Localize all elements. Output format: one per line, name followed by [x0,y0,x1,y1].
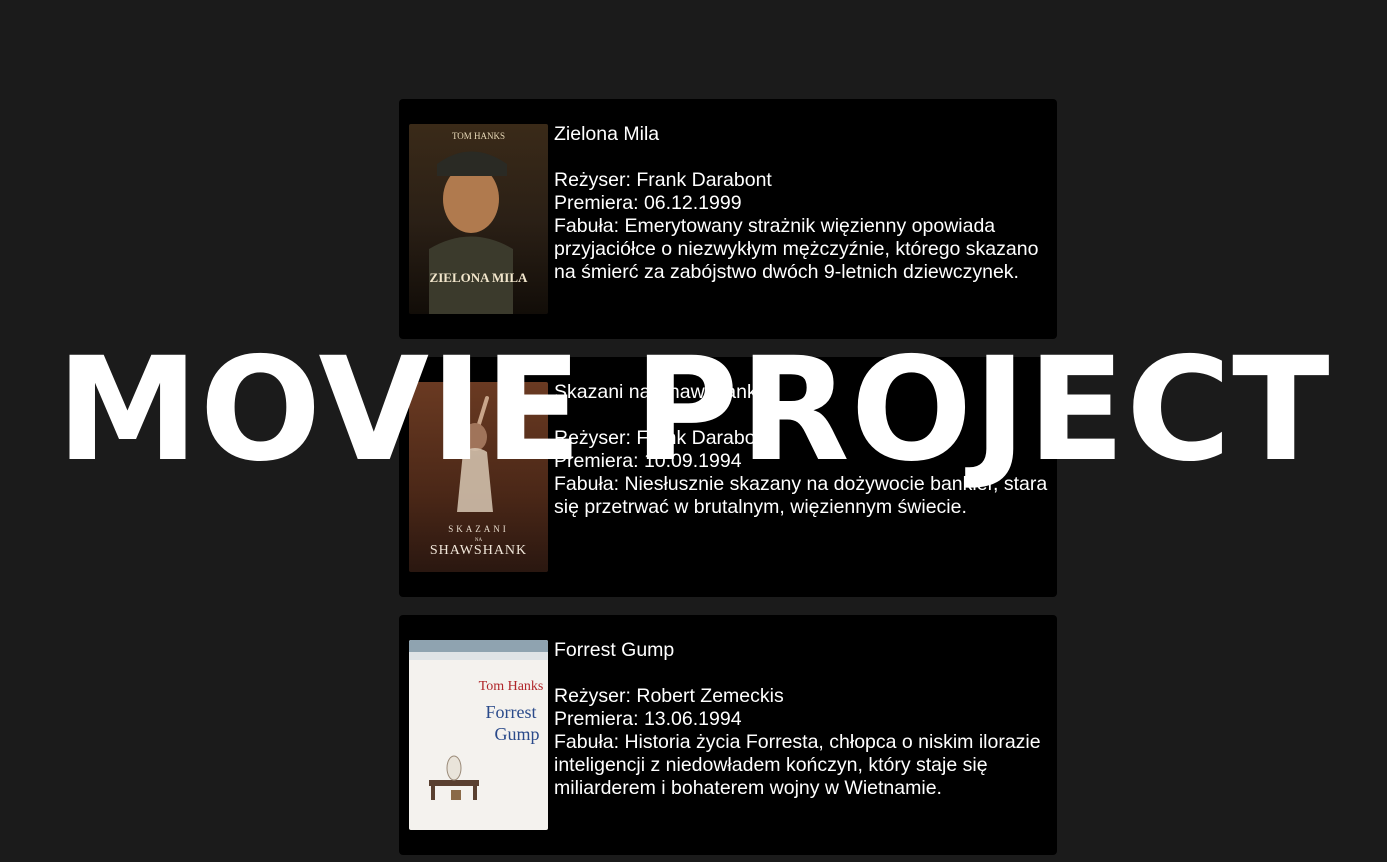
movie-plot: Fabuła: Historia życia Forresta, chłopca… [554,731,1041,799]
movie-card: Tom Hanks Forrest Gump Forrest Gump Reży… [399,615,1057,855]
movie-title: Zielona Mila [554,123,660,145]
svg-text:ZIELONA MILA: ZIELONA MILA [430,270,528,285]
movie-plot: Fabuła: Emerytowany strażnik więzienny o… [554,215,1039,283]
movie-director: Reżyser: Robert Zemeckis [554,685,784,707]
movie-director: Reżyser: Frank Darabont [554,169,772,191]
svg-text:SHAWSHANK: SHAWSHANK [430,543,527,558]
poster-image: Tom Hanks Forrest Gump [409,640,548,830]
svg-text:TOM HANKS: TOM HANKS [452,131,505,141]
svg-text:Tom Hanks: Tom Hanks [479,679,544,694]
movie-poster: Tom Hanks Forrest Gump [409,640,548,830]
poster-image: TOM HANKS ZIELONA MILA [409,124,548,314]
svg-text:Gump: Gump [495,724,540,744]
movie-premiere: Premiera: 06.12.1999 [554,192,742,214]
movie-info: Forrest Gump Reżyser: Robert Zemeckis Pr… [554,639,1054,800]
page-headline: MOVIE PROJECT [56,326,1331,493]
svg-text:SKAZANI: SKAZANI [448,524,509,534]
movie-premiere: Premiera: 13.06.1994 [554,708,742,730]
movie-title: Forrest Gump [554,639,675,661]
movie-poster: TOM HANKS ZIELONA MILA [409,124,548,314]
svg-text:Forrest: Forrest [486,702,537,722]
movie-info: Zielona Mila Reżyser: Frank Darabont Pre… [554,123,1054,284]
movie-card: TOM HANKS ZIELONA MILA Zielona Mila Reży… [399,99,1057,339]
